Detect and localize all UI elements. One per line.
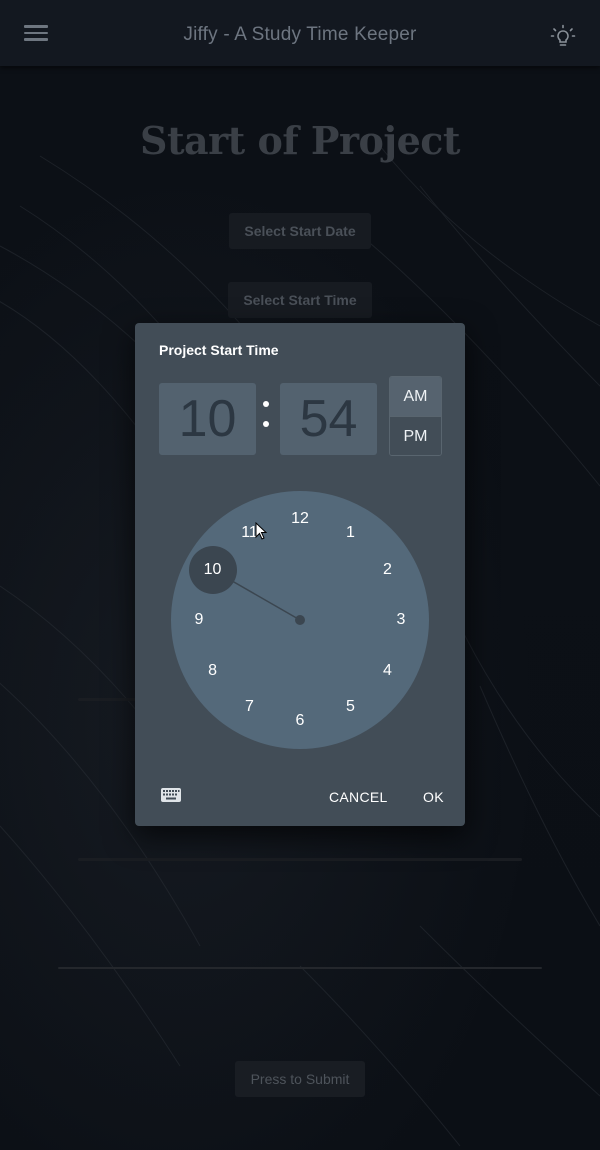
select-start-date-button[interactable]: Select Start Date [229,213,371,249]
am-pm-toggle: AM PM [389,376,442,456]
pm-button[interactable]: PM [390,416,441,455]
app-bar: Jiffy - A Study Time Keeper [0,0,600,66]
clock-hour-6[interactable]: 6 [285,711,315,731]
ok-button[interactable]: OK [423,789,444,805]
page-title: Start of Project [140,118,460,163]
keyboard-icon[interactable] [161,788,181,802]
clock-hour-3[interactable]: 3 [386,610,416,630]
app-title: Jiffy - A Study Time Keeper [183,24,417,45]
clock-hour-8[interactable]: 8 [198,661,228,681]
clock-hour-12[interactable]: 12 [285,509,315,529]
mouse-pointer-icon [255,521,269,542]
clock-hour-10[interactable]: 10 [198,560,228,580]
clock-hour-5[interactable]: 5 [336,697,366,717]
clock-hour-9[interactable]: 9 [184,610,214,630]
divider [78,698,138,701]
submit-button[interactable]: Press to Submit [235,1061,365,1097]
clock-hour-1[interactable]: 1 [336,523,366,543]
clock-hour-2[interactable]: 2 [372,560,402,580]
cancel-button[interactable]: CANCEL [329,789,388,805]
hour-field[interactable]: 10 [159,383,256,455]
select-start-time-button[interactable]: Select Start Time [228,282,372,318]
clock-hour-7[interactable]: 7 [235,697,265,717]
time-separator [263,401,271,441]
dialog-title: Project Start Time [159,342,279,358]
divider [78,858,522,861]
clock-hour-4[interactable]: 4 [372,661,402,681]
am-button[interactable]: AM [390,377,441,416]
lightbulb-icon[interactable] [550,24,576,50]
minute-field[interactable]: 54 [280,383,377,455]
clock-face[interactable]: 12 1 2 3 4 5 6 7 8 9 10 11 [171,491,429,749]
divider [58,967,542,969]
time-picker-dialog: Project Start Time 10 54 AM PM 12 1 2 3 4 5 6 7… [135,323,465,826]
